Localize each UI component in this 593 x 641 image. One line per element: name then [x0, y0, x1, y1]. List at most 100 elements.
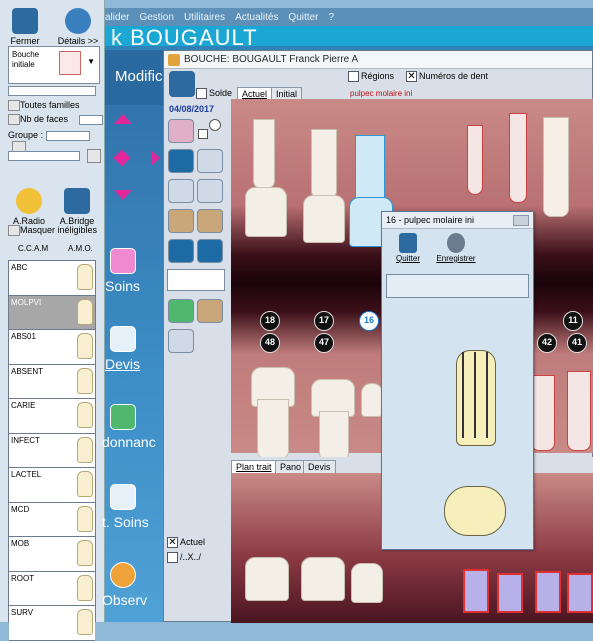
tooth-number-47[interactable]: 47 [314, 333, 334, 353]
tooth-thumbnail-icon [77, 436, 93, 463]
tooth-number-48[interactable]: 48 [260, 333, 280, 353]
tooth-number-11[interactable]: 11 [563, 311, 583, 331]
checkbox[interactable] [348, 71, 359, 83]
a-bridge-button[interactable]: A.Bridge [56, 188, 98, 226]
tooth-48[interactable] [257, 399, 289, 459]
tooth-47[interactable] [319, 411, 349, 461]
sort-icon[interactable] [86, 149, 101, 163]
tooth-number-41[interactable]: 41 [567, 333, 587, 353]
a-radio-button[interactable]: A.Radio [8, 188, 50, 226]
tab-plan-trait[interactable]: Plan trait [231, 460, 277, 473]
arrow-down-icon[interactable] [114, 190, 132, 200]
checkbox-checked[interactable] [406, 71, 417, 83]
tooth-17[interactable] [311, 129, 337, 199]
code-list-item[interactable]: MCD [9, 502, 95, 537]
toutes-familles-toggle[interactable]: Toutes familles [8, 100, 80, 112]
plan-tooth-crown[interactable] [301, 557, 345, 601]
details-button[interactable]: Détails >> [54, 8, 102, 46]
nb-faces-toggle[interactable]: Nb de faces [8, 114, 103, 126]
filter-input[interactable] [8, 151, 80, 161]
groupe-label: Groupe : [8, 130, 44, 140]
code-list-item[interactable]: CARIE [9, 399, 95, 434]
blank-field[interactable] [8, 86, 96, 96]
toggle-button[interactable] [8, 100, 20, 112]
toggle-button[interactable] [8, 114, 20, 126]
tooth-46-crown[interactable] [361, 383, 383, 417]
plan-tooth-crown[interactable] [245, 557, 289, 601]
tooth-tool-icon[interactable] [168, 119, 194, 143]
code-list-item[interactable]: ABS01 [9, 330, 95, 365]
fermer-button[interactable]: Fermer [4, 8, 46, 46]
solde-checkbox[interactable]: Solde [196, 88, 232, 100]
paste-tool-icon[interactable] [197, 209, 223, 233]
arrow-up-icon[interactable] [114, 114, 132, 124]
tool-field[interactable] [167, 269, 225, 291]
tooth-41[interactable] [567, 371, 591, 451]
code-list-item[interactable]: SURV [9, 606, 95, 641]
tab-pano[interactable]: Pano [275, 460, 307, 473]
masquer-checkbox[interactable]: Masquer inéligibles [8, 225, 97, 237]
checkbox[interactable] [8, 225, 20, 237]
menu-help[interactable]: ? [328, 12, 334, 23]
nb-faces-input[interactable] [78, 114, 103, 125]
code-list-item[interactable]: LACTEL [9, 468, 95, 503]
tooth-12[interactable] [509, 113, 527, 203]
numeros-checkbox[interactable]: Numéros de dent [406, 71, 488, 83]
small-checkbox[interactable] [198, 129, 208, 139]
menu-utilitaires[interactable]: Utilitaires [184, 12, 225, 23]
swap-icon[interactable] [197, 299, 223, 323]
code-list-item[interactable]: MOB [9, 537, 95, 572]
code-list-item[interactable]: ROOT [9, 571, 95, 606]
tooth-number-42[interactable]: 42 [537, 333, 557, 353]
tooth-18-crown[interactable] [245, 187, 287, 237]
groupe-input[interactable] [45, 130, 90, 141]
menu-valider[interactable]: alider [105, 12, 129, 23]
door-icon[interactable] [169, 71, 195, 97]
implant-tool-icon[interactable] [168, 179, 194, 203]
actuel-checkbox[interactable]: Actuel [167, 537, 205, 549]
arrow-right-icon[interactable] [151, 150, 160, 166]
code-list-item[interactable]: MOLPVI [9, 295, 95, 330]
tooth-thumbnail-icon [77, 609, 93, 635]
prosthesis-tool-icon[interactable] [168, 209, 194, 233]
menu-gestion[interactable]: Gestion [139, 12, 173, 23]
bouche-dropdown[interactable]: Bouche initiale ▼ [8, 46, 100, 84]
tooth-11[interactable] [543, 117, 569, 217]
regions-checkbox[interactable]: Régions [348, 71, 394, 83]
add-icon[interactable] [168, 299, 194, 323]
date-range-checkbox[interactable]: /..X../ [167, 552, 201, 564]
plan-implant[interactable] [567, 573, 593, 613]
code-list-item[interactable]: INFECT [9, 433, 95, 468]
tooth-number-17[interactable]: 17 [314, 311, 334, 331]
bridge-tool-icon[interactable] [168, 149, 194, 173]
crown-tool-icon[interactable] [197, 149, 223, 173]
dialog-text-field[interactable] [386, 274, 529, 298]
tooth-13[interactable] [467, 125, 483, 195]
plan-implant[interactable] [497, 573, 523, 613]
checkbox[interactable] [196, 88, 207, 100]
code-list-item[interactable]: ABSENT [9, 364, 95, 399]
root-tool-icon[interactable] [197, 179, 223, 203]
camera-tool-icon[interactable] [197, 239, 223, 263]
screen-tool-icon[interactable] [168, 329, 194, 353]
plan-implant[interactable] [463, 569, 489, 613]
tab-devis[interactable]: Devis [303, 460, 336, 473]
tooth-number-18[interactable]: 18 [260, 311, 280, 331]
enregistrer-button[interactable]: Enregistrer [432, 233, 480, 263]
tooth-16-selected[interactable] [355, 135, 385, 205]
checkbox-checked[interactable] [167, 537, 178, 549]
tooth-17-crown[interactable] [303, 195, 345, 243]
close-icon[interactable] [513, 215, 529, 226]
radio-option[interactable] [209, 119, 221, 131]
tooth-number-16[interactable]: 16 [359, 311, 379, 331]
quitter-button[interactable]: Quitter [385, 233, 431, 263]
tooth-18[interactable] [253, 119, 275, 189]
plan-implant[interactable] [535, 571, 561, 613]
plan-tooth-crown[interactable] [351, 563, 383, 603]
menu-quitter[interactable]: Quitter [288, 12, 318, 23]
xray-tool-icon[interactable] [168, 239, 194, 263]
menu-actualites[interactable]: Actualités [235, 12, 278, 23]
tooth-42[interactable] [531, 375, 555, 451]
checkbox[interactable] [167, 552, 178, 564]
code-list-item[interactable]: ABC [9, 261, 95, 296]
